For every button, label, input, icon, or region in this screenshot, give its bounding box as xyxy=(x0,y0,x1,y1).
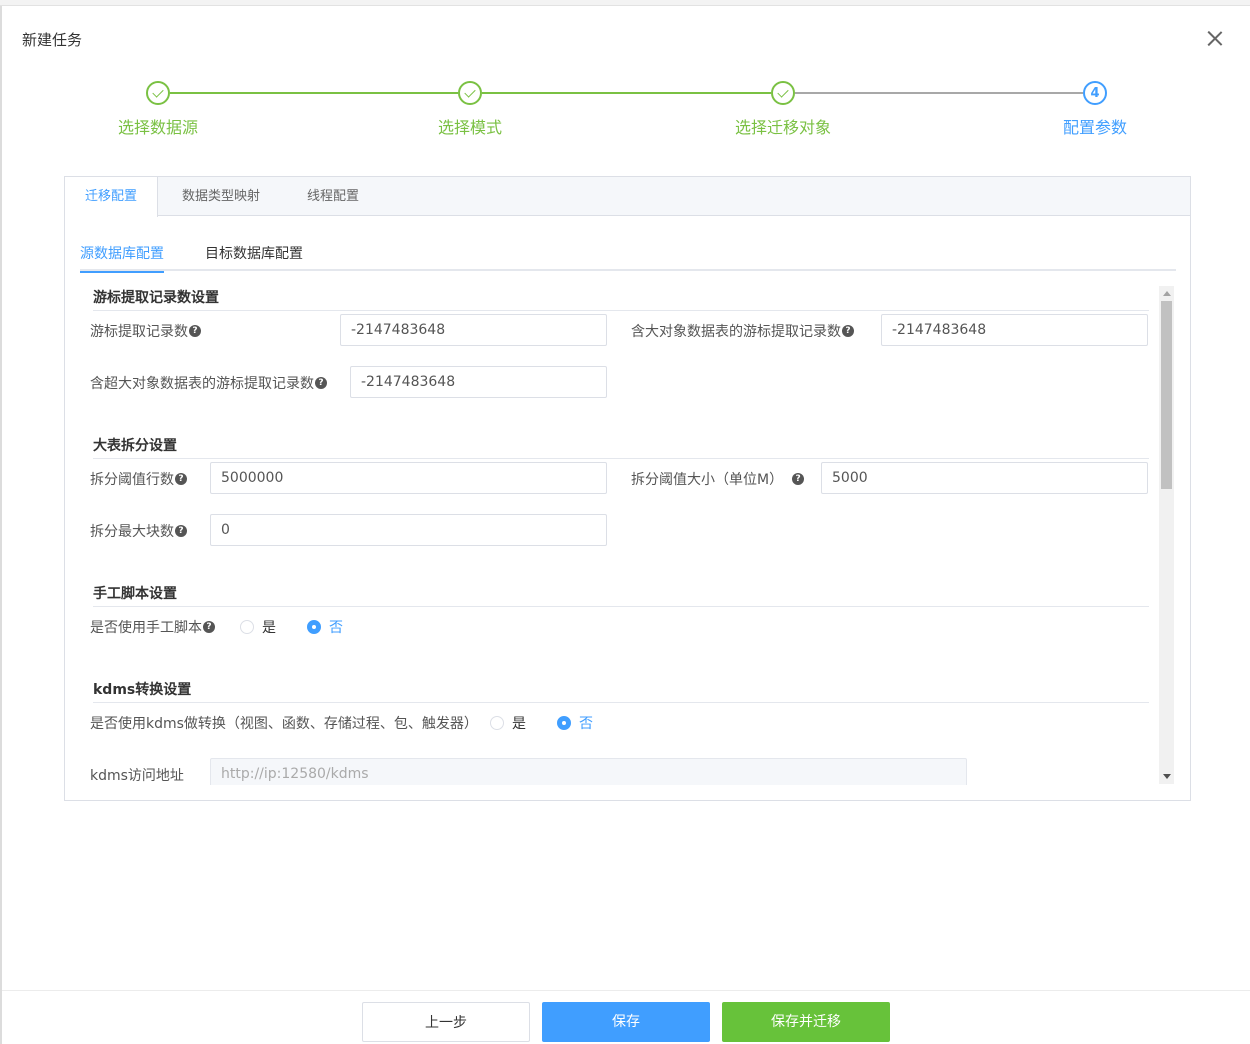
scroll-up-icon[interactable] xyxy=(1163,291,1171,296)
help-icon[interactable]: ? xyxy=(792,473,805,485)
step-3-check-icon xyxy=(771,81,795,105)
input-lob-fetch[interactable]: -2147483648 xyxy=(881,314,1148,346)
radio-script-yes[interactable]: 是 xyxy=(240,617,276,637)
step-label-select-objects: 选择迁移对象 xyxy=(734,118,831,137)
label-cursor-fetch: 游标提取记录数? xyxy=(90,321,201,341)
label-use-kdms: 是否使用kdms做转换（视图、函数、存储过程、包、触发器） xyxy=(90,716,478,732)
radio-kdms-no[interactable]: 否 xyxy=(557,713,593,733)
section-title-split: 大表拆分设置 xyxy=(93,435,1149,459)
window-left-edge xyxy=(0,6,2,1044)
input-kdms-url[interactable]: http://ip:12580/kdms xyxy=(210,758,967,785)
help-icon[interactable]: ? xyxy=(315,377,327,389)
step-label-config-params: 配置参数 xyxy=(1062,118,1127,137)
radio-kdms-yes[interactable]: 是 xyxy=(490,713,526,733)
input-split-size[interactable]: 5000 xyxy=(821,462,1148,494)
label-kdms-url: kdms访问地址 xyxy=(90,768,184,784)
subtab-target-db[interactable]: 目标数据库配置 xyxy=(205,243,303,271)
help-icon[interactable]: ? xyxy=(189,325,201,337)
input-cursor-fetch[interactable]: -2147483648 xyxy=(340,314,607,346)
input-large-lob-fetch[interactable]: -2147483648 xyxy=(350,366,607,398)
radio-script-no[interactable]: 否 xyxy=(307,617,343,637)
label-split-size: 拆分阈值大小（单位M）? xyxy=(631,469,805,489)
tab-datatype-mapping[interactable]: 数据类型映射 xyxy=(162,177,280,216)
label-large-lob-fetch: 含超大对象数据表的游标提取记录数? xyxy=(90,373,327,393)
help-icon[interactable]: ? xyxy=(175,525,187,537)
step-progress: 4 选择数据源 选择模式 选择迁移对象 配置参数 xyxy=(0,0,1250,150)
label-split-rows: 拆分阈值行数? xyxy=(90,469,187,489)
step-2-check-icon xyxy=(458,81,482,105)
scroll-thumb[interactable] xyxy=(1161,301,1172,489)
label-split-blocks: 拆分最大块数? xyxy=(90,521,187,541)
save-button[interactable]: 保存 xyxy=(542,1002,710,1042)
help-icon[interactable]: ? xyxy=(203,621,215,633)
step-label-select-source: 选择数据源 xyxy=(117,118,198,137)
config-panel: 迁移配置 数据类型映射 线程配置 源数据库配置 目标数据库配置 游标提取记录数设… xyxy=(64,176,1191,801)
config-scroll-area: 游标提取记录数设置 游标提取记录数? -2147483648 含大对象数据表的游… xyxy=(80,285,1176,785)
section-title-kdms: kdms转换设置 xyxy=(93,679,1149,703)
prev-step-button[interactable]: 上一步 xyxy=(362,1002,530,1042)
help-icon[interactable]: ? xyxy=(175,473,187,485)
step-1-check-icon xyxy=(146,81,170,105)
scroll-down-icon[interactable] xyxy=(1163,774,1171,779)
section-title-cursor: 游标提取记录数设置 xyxy=(93,287,1149,311)
label-lob-fetch: 含大对象数据表的游标提取记录数? xyxy=(631,321,854,341)
tab-migration-config[interactable]: 迁移配置 xyxy=(65,177,159,217)
input-split-blocks[interactable]: 0 xyxy=(210,514,607,546)
input-split-rows[interactable]: 5000000 xyxy=(210,462,607,494)
tab-bar: 迁移配置 数据类型映射 线程配置 xyxy=(65,177,1190,217)
tab-thread-config[interactable]: 线程配置 xyxy=(287,177,379,216)
step-label-select-mode: 选择模式 xyxy=(437,118,502,137)
help-icon[interactable]: ? xyxy=(842,325,854,337)
subtab-bar: 源数据库配置 目标数据库配置 xyxy=(80,231,1176,273)
step-4-number: 4 xyxy=(1083,81,1107,105)
save-and-migrate-button[interactable]: 保存并迁移 xyxy=(722,1002,890,1042)
vertical-scrollbar[interactable] xyxy=(1159,286,1174,784)
label-use-script: 是否使用手工脚本? xyxy=(90,617,215,637)
subtab-source-db[interactable]: 源数据库配置 xyxy=(80,243,164,273)
step-connector-3 xyxy=(795,92,1083,94)
step-connector-2 xyxy=(482,92,771,94)
step-connector-1 xyxy=(170,92,458,94)
section-title-script: 手工脚本设置 xyxy=(93,583,1149,607)
